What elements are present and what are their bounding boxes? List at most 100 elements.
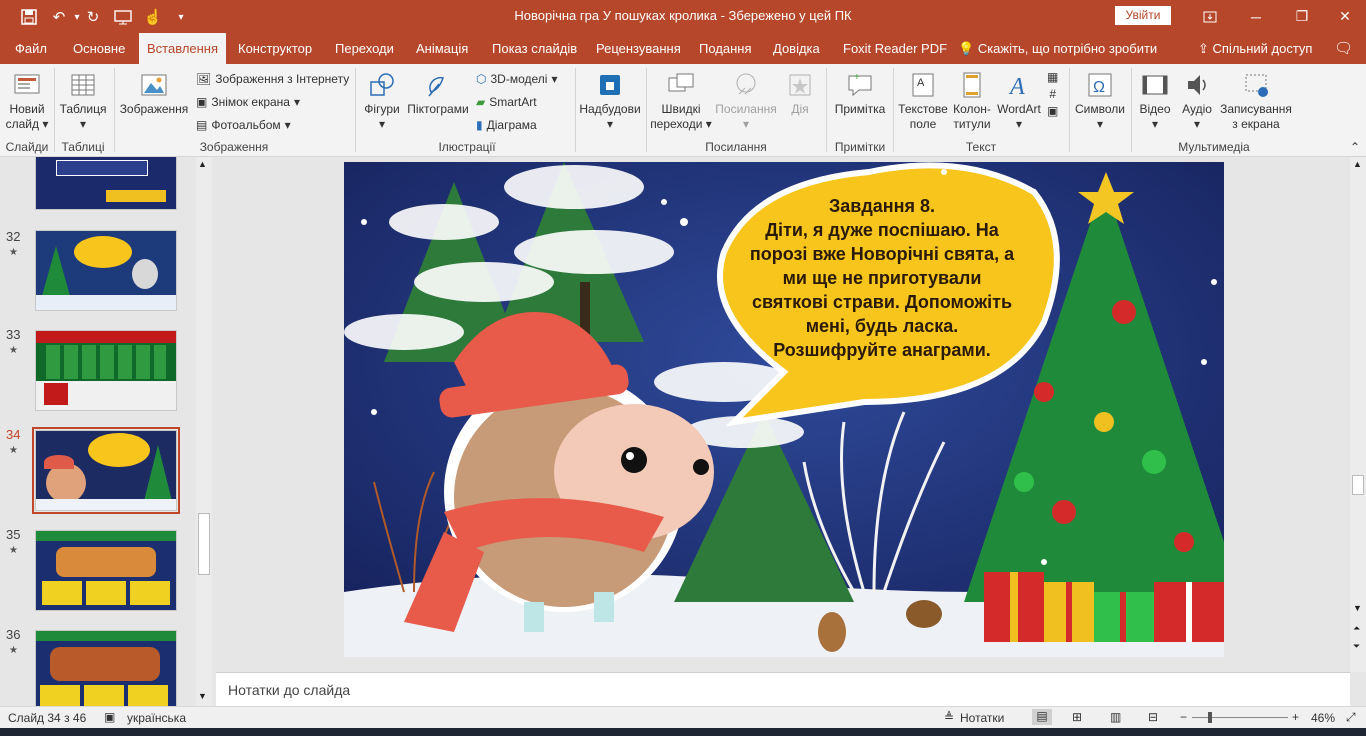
action-button[interactable]: Дія: [780, 70, 820, 117]
slide-counter: Слайд 34 з 46: [8, 711, 87, 725]
table-button[interactable]: Таблиця ▾: [58, 70, 108, 132]
ribbon-insert: Новий слайд ▾ Слайди Таблиця ▾ Таблиці Зо…: [0, 64, 1366, 157]
tab-help[interactable]: Довідка: [773, 33, 820, 64]
tab-review[interactable]: Рецензування: [596, 33, 681, 64]
share-button[interactable]: ⇪ Спільний доступ: [1198, 33, 1312, 64]
tab-home[interactable]: Основне: [73, 33, 125, 64]
scroll-down-icon[interactable]: ▼: [198, 691, 207, 701]
slide-thumbnail-33[interactable]: [35, 330, 177, 411]
date-time-icon[interactable]: ▦: [1047, 70, 1058, 84]
zoom-slider[interactable]: [1192, 717, 1288, 718]
previous-slide-icon[interactable]: ⏶: [1353, 623, 1360, 634]
editor-scrollbar[interactable]: ▲ ▼ ⏶ ⏷: [1350, 157, 1366, 672]
tab-foxit[interactable]: Foxit Reader PDF: [843, 33, 947, 64]
audio-button[interactable]: Аудіо ▾: [1176, 70, 1218, 132]
tab-animations[interactable]: Анімація: [416, 33, 468, 64]
slide-number-icon[interactable]: #: [1049, 87, 1056, 101]
store-icon: [600, 75, 620, 95]
video-icon: [1142, 75, 1168, 95]
tab-transitions[interactable]: Переходи: [335, 33, 394, 64]
next-slide-icon[interactable]: ⏷: [1353, 641, 1360, 652]
scroll-up-icon[interactable]: ▲: [198, 159, 207, 169]
new-slide-label: Новий слайд: [5, 102, 45, 131]
slide-number: 36: [6, 627, 21, 642]
online-pictures-button[interactable]: 🖼 Зображення з Інтернету: [196, 72, 349, 86]
icons-button[interactable]: Піктограми: [404, 70, 472, 117]
zoom-level[interactable]: 46%: [1311, 711, 1335, 725]
close-icon[interactable]: ✕: [1322, 0, 1366, 33]
zoom-out-icon[interactable]: −: [1180, 710, 1187, 724]
header-footer-icon: [963, 72, 981, 98]
share-label: Спільний доступ: [1212, 41, 1313, 56]
wordart-button[interactable]: A WordArt ▾: [996, 70, 1042, 132]
textbox-icon: A: [912, 73, 934, 97]
images-label: Зображення: [119, 102, 189, 116]
spellcheck-icon[interactable]: ▣: [104, 710, 115, 724]
zoom-slider-thumb[interactable]: [1208, 712, 1212, 723]
action-icon: [789, 74, 811, 96]
new-slide-button[interactable]: Новий слайд ▾: [4, 70, 50, 132]
link-button[interactable]: Посилання ▾: [714, 70, 778, 132]
minimize-icon[interactable]: ─: [1233, 0, 1279, 33]
comment-button[interactable]: + Примітка: [830, 70, 890, 117]
slide-thumbnail-32[interactable]: [35, 230, 177, 311]
video-button[interactable]: Відео ▾: [1134, 70, 1176, 132]
slideshow-view-icon[interactable]: ⊟: [1148, 710, 1158, 724]
svg-text:Ω: Ω: [1093, 79, 1105, 96]
svg-text:+: +: [854, 72, 860, 83]
thumbnails-scrollbar[interactable]: ▲ ▼: [196, 157, 212, 706]
3d-models-button[interactable]: ⬡ 3D-моделі ▾: [476, 72, 557, 86]
ribbon-display-icon[interactable]: [1187, 0, 1233, 33]
reading-view-icon[interactable]: ▥: [1110, 710, 1121, 724]
chart-icon: ▮: [476, 118, 483, 132]
header-footer-button[interactable]: Колон- титули: [950, 70, 994, 132]
normal-view-icon[interactable]: ▤: [1032, 709, 1052, 725]
scroll-up-icon[interactable]: ▲: [1353, 159, 1362, 169]
comments-icon[interactable]: 🗨: [1334, 33, 1353, 64]
scroll-down-icon[interactable]: ▼: [1353, 603, 1362, 613]
notes-pane[interactable]: Нотатки до слайда: [216, 672, 1350, 707]
slide-sorter-icon[interactable]: ⊞: [1072, 710, 1082, 724]
chart-button[interactable]: ▮ Діаграма: [476, 118, 537, 132]
notes-button[interactable]: Нотатки: [960, 711, 1004, 725]
zoom-in-icon[interactable]: +: [1292, 710, 1299, 724]
slide-thumbnail-36[interactable]: [35, 630, 177, 706]
scroll-thumb[interactable]: [1352, 475, 1364, 495]
notes-icon[interactable]: ≜: [944, 710, 954, 724]
tab-file[interactable]: Файл: [15, 33, 47, 64]
animation-star-icon: ★: [9, 445, 18, 456]
tab-view[interactable]: Подання: [699, 33, 752, 64]
images-button[interactable]: Зображення: [118, 70, 190, 117]
tab-design[interactable]: Конструктор: [238, 33, 312, 64]
language-label[interactable]: українська: [127, 711, 186, 725]
zoom-button[interactable]: Швидкі переходи ▾: [650, 70, 712, 132]
textbox-button[interactable]: A Текстове поле: [896, 70, 950, 132]
restore-icon[interactable]: ❐: [1279, 0, 1325, 33]
chart-label: Діаграма: [486, 118, 537, 132]
comment-label: Примітка: [834, 102, 886, 116]
fit-to-window-icon[interactable]: ⤢: [1346, 710, 1356, 725]
scroll-thumb[interactable]: [198, 513, 210, 575]
icons-icon: [428, 76, 444, 97]
action-label: Дія: [791, 102, 809, 116]
addins-button[interactable]: Надбудови ▾: [578, 70, 642, 132]
shapes-icon: [370, 73, 394, 96]
smartart-button[interactable]: ▰ SmartArt: [476, 95, 537, 109]
shapes-button[interactable]: Фігури ▾: [360, 70, 404, 132]
sign-in-button[interactable]: Увійти: [1115, 6, 1171, 25]
slide-thumbnail-34[interactable]: [35, 430, 177, 511]
screen-recording-button[interactable]: Записування з екрана: [1218, 70, 1294, 132]
current-slide[interactable]: Завдання 8. Діти, я дуже поспішаю. На по…: [344, 162, 1224, 657]
omega-icon: Ω: [1088, 73, 1112, 97]
slide-thumbnail-35[interactable]: [35, 530, 177, 611]
tab-insert[interactable]: Вставлення: [139, 33, 227, 64]
group-illustrations: Ілюстрації: [438, 140, 496, 154]
slide-thumbnail-31[interactable]: [35, 157, 177, 210]
tell-me-search[interactable]: 💡 Скажіть, що потрібно зробити: [958, 33, 1157, 64]
tab-slideshow[interactable]: Показ слайдів: [492, 33, 577, 64]
screenshot-button[interactable]: ▣ Знімок екрана ▾: [196, 95, 300, 109]
collapse-ribbon-icon[interactable]: ⌃: [1348, 140, 1362, 155]
photo-album-button[interactable]: ▤ Фотоальбом ▾: [196, 118, 291, 132]
symbols-button[interactable]: Ω Символи ▾: [1072, 70, 1128, 132]
object-icon[interactable]: ▣: [1047, 104, 1058, 118]
